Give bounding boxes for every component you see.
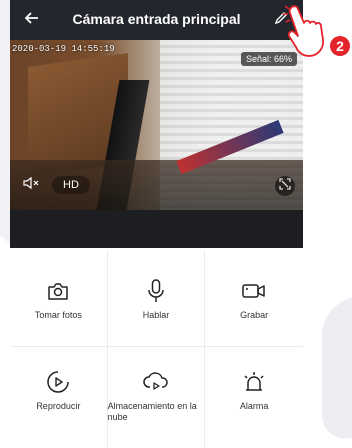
fullscreen-icon [279,177,291,195]
action-label: Hablar [142,310,170,320]
video-control-bar [10,210,303,248]
action-label: Alarma [239,401,269,411]
playback-button[interactable]: Reproducir [10,347,108,448]
talk-button[interactable]: Hablar [107,250,206,347]
speaker-muted-icon [23,176,39,195]
arrow-left-icon [24,10,40,31]
pointing-hand-icon [283,2,333,62]
phone-screen: Cámara entrada principal 2020-03-19 14:5… [10,0,303,448]
fullscreen-button[interactable] [275,176,295,196]
take-photo-button[interactable]: Tomar fotos [10,250,108,347]
action-label: Grabar [240,310,269,320]
step-number-badge: 2 [330,36,350,56]
video-timestamp: 2020-03-19 14:55:19 [12,44,115,54]
app-header: Cámara entrada principal [10,0,303,40]
cloud-storage-button[interactable]: Almacenamiento en la nube [108,347,206,448]
action-label: Almacenamiento en la nube [107,401,197,422]
back-button[interactable] [20,8,44,32]
quality-toggle[interactable]: HD [52,176,90,194]
alarm-button[interactable]: Alarma [205,347,303,448]
page-title: Cámara entrada principal [72,11,241,27]
record-button[interactable]: Grabar [205,250,303,347]
play-icon [45,369,71,395]
microphone-icon [143,278,169,304]
mute-button[interactable] [22,176,40,194]
camera-icon [45,278,71,304]
alarm-light-icon [241,369,267,395]
cloud-play-icon [143,369,169,395]
action-label: Reproducir [36,401,81,411]
action-label: Tomar fotos [34,310,82,320]
background-decoration-right [322,295,352,445]
actions-grid: Tomar fotos Hablar Grabar Reproducir Alm… [10,250,303,448]
video-camera-icon [241,278,267,304]
